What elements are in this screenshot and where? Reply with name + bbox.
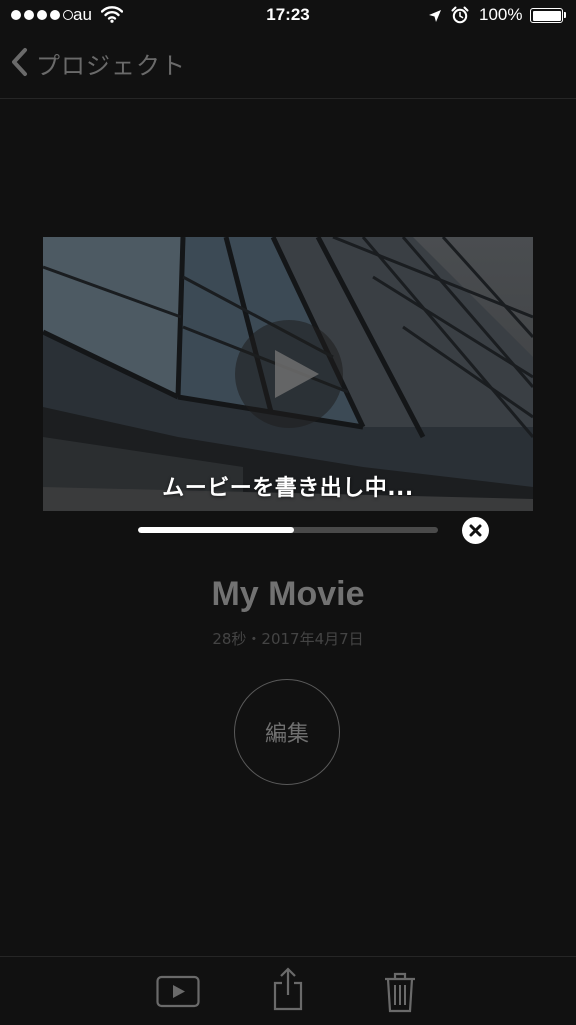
trash-icon xyxy=(385,972,415,1013)
play-icon xyxy=(275,350,319,398)
battery-percentage: 100% xyxy=(479,5,523,24)
share-button[interactable] xyxy=(272,967,304,1017)
status-bar: au 17:23 100% xyxy=(0,0,576,32)
movie-title: My Movie xyxy=(211,575,365,613)
battery-level xyxy=(532,10,561,21)
chevron-left-icon xyxy=(10,47,30,81)
movie-preview[interactable]: ムービーを書き出し中... xyxy=(43,237,533,511)
play-movie-icon xyxy=(156,975,200,1008)
back-button[interactable]: プロジェクト xyxy=(10,46,186,81)
edit-button[interactable]: 編集 xyxy=(234,679,340,785)
location-arrow-icon xyxy=(428,8,442,27)
bottom-toolbar xyxy=(0,956,576,1025)
alarm-clock-icon xyxy=(451,6,469,28)
delete-button[interactable] xyxy=(383,971,417,1017)
export-progress-bar xyxy=(138,527,438,533)
battery-icon xyxy=(530,8,563,23)
edit-label: 編集 xyxy=(264,722,309,747)
export-status-label: ムービーを書き出し中... xyxy=(162,476,414,501)
share-icon xyxy=(273,967,303,1011)
cancel-export-button[interactable] xyxy=(462,517,489,544)
navigation-bar: プロジェクト xyxy=(0,32,576,99)
export-progress-fill xyxy=(138,527,294,533)
back-label: プロジェクト xyxy=(36,52,186,80)
close-icon xyxy=(469,524,482,537)
movie-duration-date: 28秒・2017年4月7日 xyxy=(212,630,364,648)
battery-tip xyxy=(564,12,566,18)
play-movie-button[interactable] xyxy=(156,975,200,1013)
play-button[interactable] xyxy=(235,320,343,428)
